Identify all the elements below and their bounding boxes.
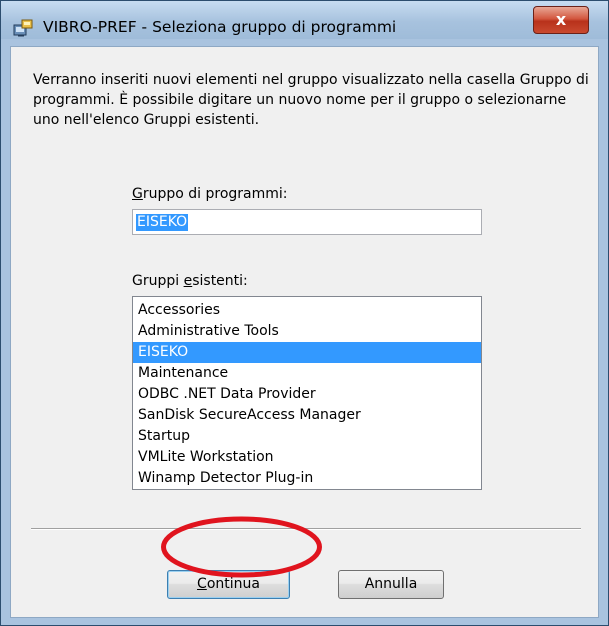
group-field-label: Gruppo di programmi: (132, 186, 288, 202)
group-field-label-accesskey: G (132, 186, 143, 202)
group-field-label-text: ruppo di programmi: (142, 186, 288, 202)
list-item[interactable]: Administrative Tools (133, 321, 481, 342)
list-item[interactable]: ODBC .NET Data Provider (133, 384, 481, 405)
list-item[interactable]: VMLite Workstation (133, 447, 481, 468)
group-name-value: EISEKO (136, 214, 189, 231)
close-button[interactable]: x (533, 6, 589, 34)
existing-groups-list[interactable]: Accessories Administrative Tools EISEKO … (132, 296, 482, 490)
setup-icon (13, 19, 33, 37)
existing-groups-label: Gruppi esistenti: (132, 273, 248, 289)
intro-text: Verranno inseriti nuovi elementi nel gru… (33, 72, 589, 128)
close-icon: x (555, 10, 567, 29)
existing-groups-label-start: Gruppi (132, 273, 184, 289)
existing-groups-label-end: sistenti: (192, 273, 248, 289)
list-item-selected[interactable]: EISEKO (133, 342, 481, 363)
dialog-client-area: Verranno inseriti nuovi elementi nel gru… (10, 46, 599, 618)
window-title: VIBRO-PREF - Seleziona gruppo di program… (43, 18, 397, 36)
list-item[interactable]: Winamp Detector Plug-in (133, 468, 481, 489)
title-bar[interactable]: VIBRO-PREF - Seleziona gruppo di program… (1, 1, 608, 39)
dialog-window: VIBRO-PREF - Seleziona gruppo di program… (0, 0, 609, 626)
list-item[interactable]: SanDisk SecureAccess Manager (133, 405, 481, 426)
group-name-input[interactable]: EISEKO (132, 209, 482, 235)
separator-line (31, 528, 581, 530)
existing-groups-label-accesskey: e (183, 273, 193, 289)
continue-button-label: ontinua (206, 576, 260, 592)
cancel-button[interactable]: Annulla (338, 570, 444, 599)
continue-button[interactable]: Continua (167, 570, 290, 599)
cancel-button-label: Annulla (364, 576, 418, 592)
continue-button-accesskey: C (197, 576, 207, 592)
list-item[interactable]: Accessories (133, 300, 481, 321)
list-item[interactable]: Maintenance (133, 363, 481, 384)
list-item[interactable]: Startup (133, 426, 481, 447)
